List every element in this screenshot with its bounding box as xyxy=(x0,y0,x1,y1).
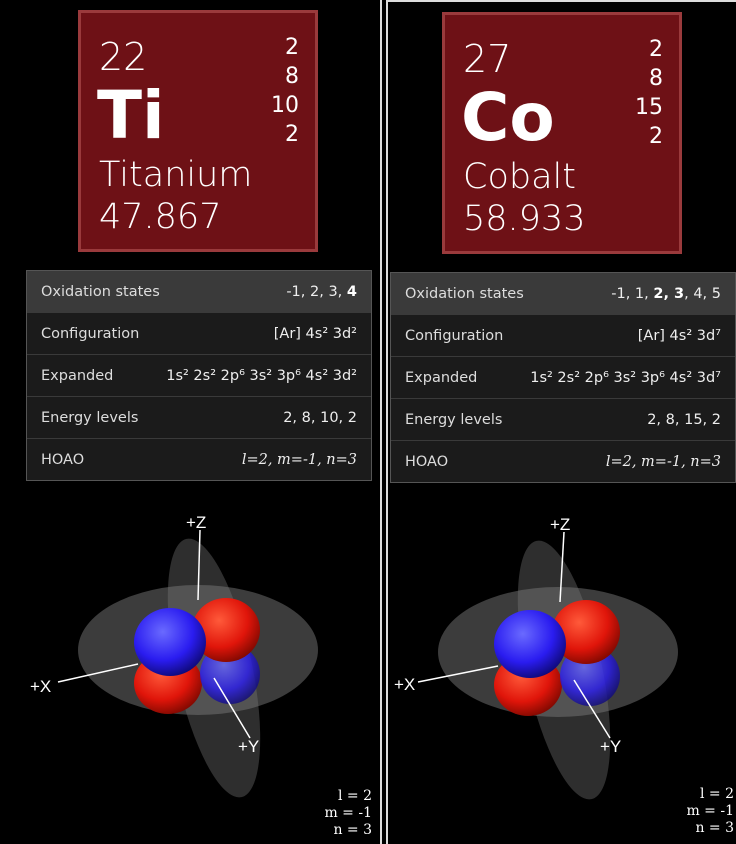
atomic-mass: 47.867 xyxy=(99,197,222,237)
row-value: -1, 1, 2, 3, 4, 5 xyxy=(611,286,721,302)
properties-table: Oxidation states -1, 2, 3, 4 Configurati… xyxy=(26,270,372,481)
row-label: Configuration xyxy=(41,325,140,342)
row-value: 2, 8, 10, 2 xyxy=(283,409,357,426)
element-symbol: Ti xyxy=(97,77,165,154)
shell-count: 2 xyxy=(285,35,299,60)
element-name: Titanium xyxy=(99,155,253,195)
row-value: [Ar] 4s² 3d⁷ xyxy=(637,327,721,344)
atomic-number: 27 xyxy=(463,37,512,81)
quantum-numbers: l = 2 m = -1 n = 3 xyxy=(324,788,372,839)
quantum-l: l = 2 xyxy=(699,786,734,802)
row-label: Oxidation states xyxy=(41,283,160,300)
oxidation-bold: 4 xyxy=(346,283,357,300)
row-value: 1s² 2s² 2p⁶ 3s² 3p⁶ 4s² 3d² xyxy=(166,367,357,384)
row-label: Expanded xyxy=(405,369,478,386)
row-label: Expanded xyxy=(41,367,114,384)
quantum-m: m = -1 xyxy=(324,805,372,821)
axis-z-label: +Z xyxy=(550,515,570,534)
oxidation-bold: 2, 3 xyxy=(653,285,685,302)
axis-x-label: +X xyxy=(30,677,51,696)
oxidation-plain: -1, 1, xyxy=(611,285,654,302)
row-hoao[interactable]: HOAO l=2, m=-1, n=3 xyxy=(27,439,371,480)
row-energy-levels[interactable]: Energy levels 2, 8, 15, 2 xyxy=(391,399,735,441)
element-panel-cobalt: 27 Co Cobalt 58.933 2 8 15 2 Oxidation s… xyxy=(386,0,736,844)
row-configuration[interactable]: Configuration [Ar] 4s² 3d² xyxy=(27,313,371,355)
element-panel-titanium: 22 Ti Titanium 47.867 2 8 10 2 Oxidation… xyxy=(0,0,382,844)
atomic-number: 22 xyxy=(99,35,148,79)
element-tile[interactable]: 27 Co Cobalt 58.933 2 8 15 2 xyxy=(442,12,682,254)
quantum-numbers: l = 2 m = -1 n = 3 xyxy=(686,786,734,837)
row-label: Energy levels xyxy=(41,409,139,426)
row-value: 2, 8, 15, 2 xyxy=(647,411,721,428)
row-label: HOAO xyxy=(41,451,85,468)
row-oxidation-states[interactable]: Oxidation states -1, 2, 3, 4 xyxy=(27,271,371,313)
row-value: l=2, m=-1, n=3 xyxy=(605,453,721,470)
lobe-blue-upper xyxy=(494,610,566,678)
shell-list: 2 8 15 2 xyxy=(635,35,663,151)
row-label: Oxidation states xyxy=(405,285,524,302)
shell-count: 2 xyxy=(649,37,663,62)
oxidation-plain: -1, 2, 3, xyxy=(286,283,347,300)
row-label: Configuration xyxy=(405,327,504,344)
row-expanded[interactable]: Expanded 1s² 2s² 2p⁶ 3s² 3p⁶ 4s² 3d⁷ xyxy=(391,357,735,399)
element-symbol: Co xyxy=(461,79,555,156)
quantum-n: n = 3 xyxy=(695,820,734,836)
quantum-n: n = 3 xyxy=(333,822,372,838)
row-oxidation-states[interactable]: Oxidation states -1, 1, 2, 3, 4, 5 xyxy=(391,273,735,315)
row-value: -1, 2, 3, 4 xyxy=(286,284,357,300)
shell-count: 8 xyxy=(285,64,299,89)
shell-list: 2 8 10 2 xyxy=(271,33,299,149)
shell-count: 8 xyxy=(649,66,663,91)
properties-table: Oxidation states -1, 1, 2, 3, 4, 5 Confi… xyxy=(390,272,736,483)
row-energy-levels[interactable]: Energy levels 2, 8, 10, 2 xyxy=(27,397,371,439)
element-name: Cobalt xyxy=(463,157,576,197)
oxidation-tail: , 4, 5 xyxy=(684,285,721,302)
quantum-l: l = 2 xyxy=(337,788,372,804)
row-value: 1s² 2s² 2p⁶ 3s² 3p⁶ 4s² 3d⁷ xyxy=(530,369,721,386)
axis-y-label: +Y xyxy=(600,737,621,756)
atomic-mass: 58.933 xyxy=(463,199,586,239)
row-hoao[interactable]: HOAO l=2, m=-1, n=3 xyxy=(391,441,735,482)
shell-count: 15 xyxy=(635,95,663,120)
orbital-3d-view[interactable]: +Z +X +Y xyxy=(388,502,736,802)
orbital-3d-view[interactable]: +Z +X +Y xyxy=(18,500,370,800)
row-label: Energy levels xyxy=(405,411,503,428)
row-value: l=2, m=-1, n=3 xyxy=(241,451,357,468)
shell-count: 2 xyxy=(649,124,663,149)
axis-x-label: +X xyxy=(394,675,415,694)
axis-z-label: +Z xyxy=(186,513,206,532)
quantum-m: m = -1 xyxy=(686,803,734,819)
row-label: HOAO xyxy=(405,453,449,470)
row-expanded[interactable]: Expanded 1s² 2s² 2p⁶ 3s² 3p⁶ 4s² 3d² xyxy=(27,355,371,397)
row-value: [Ar] 4s² 3d² xyxy=(273,325,357,342)
row-configuration[interactable]: Configuration [Ar] 4s² 3d⁷ xyxy=(391,315,735,357)
shell-count: 2 xyxy=(285,122,299,147)
axis-y-label: +Y xyxy=(238,737,259,756)
shell-count: 10 xyxy=(271,93,299,118)
element-tile[interactable]: 22 Ti Titanium 47.867 2 8 10 2 xyxy=(78,10,318,252)
lobe-blue-upper xyxy=(134,608,206,676)
